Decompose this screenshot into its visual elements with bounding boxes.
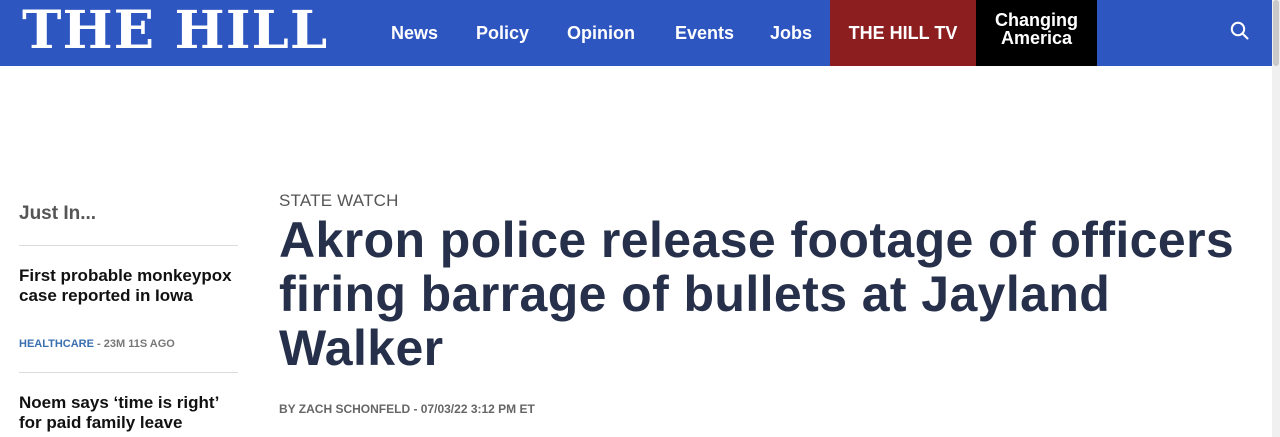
nav-item-news[interactable]: News: [391, 0, 438, 66]
just-in-item-headline[interactable]: First probable monkeypox case reported i…: [19, 266, 239, 306]
just-in-title: Just In...: [19, 203, 97, 224]
category-link[interactable]: HEALTHCARE: [19, 338, 94, 350]
nav-item-events[interactable]: Events: [675, 0, 734, 66]
site-logo[interactable]: THE HILL: [22, 3, 328, 59]
just-in-item-meta: HEALTHCARE - 23M 11S AGO: [19, 338, 175, 350]
just-in-item-headline[interactable]: Noem says ‘time is right’ for paid famil…: [19, 393, 239, 433]
scrollbar-thumb[interactable]: [1273, 0, 1279, 66]
nav-item-hill-tv[interactable]: THE HILL TV: [830, 0, 976, 66]
article-section-kicker[interactable]: STATE WATCH: [279, 191, 399, 211]
nav-item-policy[interactable]: Policy: [476, 0, 529, 66]
page-scrollbar[interactable]: [1272, 0, 1280, 437]
changing-america-line2: America: [1000, 28, 1073, 48]
nav-item-changing-america[interactable]: Changing America: [976, 0, 1097, 66]
nav-item-jobs[interactable]: Jobs: [770, 0, 812, 66]
nav-item-opinion[interactable]: Opinion: [567, 0, 635, 66]
top-navigation-bar: THE HILL News Policy Opinion Events Jobs…: [0, 0, 1272, 66]
changing-america-line1: Changing: [995, 10, 1078, 30]
sidebar-divider: [19, 245, 238, 246]
item-age: - 23M 11S AGO: [93, 338, 175, 350]
sidebar-divider: [19, 372, 238, 373]
article-headline: Akron police release footage of officers…: [279, 212, 1235, 376]
article-byline: BY ZACH SCHONFELD - 07/03/22 3:12 PM ET: [279, 402, 535, 416]
search-icon[interactable]: [1229, 20, 1251, 42]
